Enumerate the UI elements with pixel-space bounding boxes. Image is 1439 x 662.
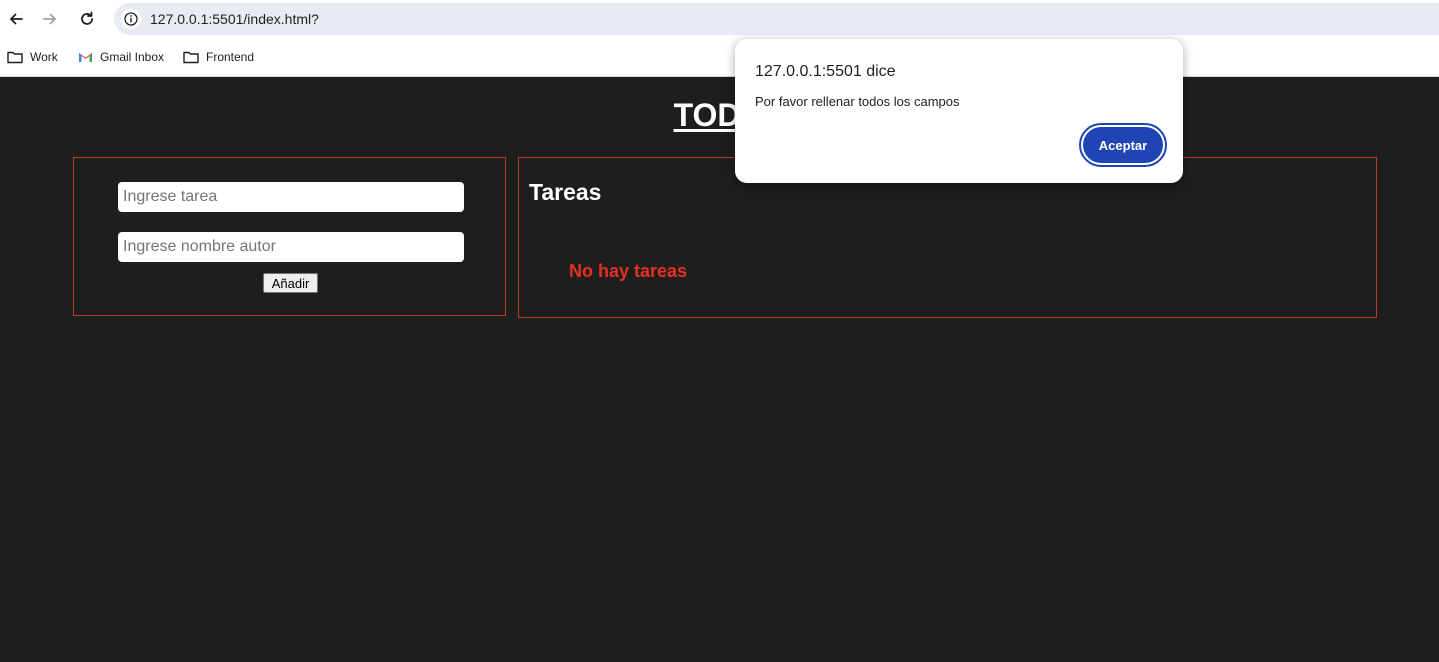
browser-toolbar: 127.0.0.1:5501/index.html? (0, 0, 1439, 38)
bookmark-work[interactable]: Work (7, 47, 58, 67)
forward-button[interactable] (38, 7, 62, 31)
bookmarks-bar: Work Gmail Inbox Frontend (0, 38, 1439, 77)
accept-button[interactable]: Aceptar (1083, 127, 1163, 163)
url-text: 127.0.0.1:5501/index.html? (150, 11, 319, 27)
back-arrow-icon (10, 13, 23, 25)
site-info-button[interactable] (121, 9, 141, 29)
bookmark-label: Work (30, 50, 58, 64)
bookmark-gmail-inbox[interactable]: Gmail Inbox (78, 47, 164, 67)
dialog-message: Por favor rellenar todos los campos (755, 94, 960, 109)
forward-arrow-icon (43, 13, 56, 25)
empty-tasks-message: No hay tareas (569, 261, 688, 281)
back-button[interactable] (4, 7, 28, 31)
add-task-button[interactable]: Añadir (263, 273, 318, 293)
alert-dialog: 127.0.0.1:5501 dice Por favor rellenar t… (735, 39, 1183, 183)
folder-icon (183, 51, 199, 64)
info-icon (124, 12, 138, 26)
tasks-heading: Tareas (529, 179, 602, 205)
gmail-icon (79, 53, 92, 62)
page-title: TODO (673, 97, 766, 133)
folder-icon (7, 51, 23, 64)
bookmark-label: Frontend (206, 50, 255, 64)
reload-icon (81, 11, 93, 25)
task-form-panel: Añadir (73, 157, 506, 316)
dialog-title: 127.0.0.1:5501 dice (755, 63, 896, 80)
bookmark-label: Gmail Inbox (100, 50, 165, 64)
address-bar[interactable]: 127.0.0.1:5501/index.html? (114, 3, 1439, 35)
author-input[interactable] (118, 232, 464, 262)
page-content: TODO Añadir Tareas No hay tareas (0, 77, 1439, 662)
bookmark-frontend[interactable]: Frontend (183, 47, 254, 67)
task-input[interactable] (118, 182, 464, 212)
accept-focus-ring: Aceptar (1079, 123, 1167, 167)
reload-button[interactable] (75, 7, 99, 31)
